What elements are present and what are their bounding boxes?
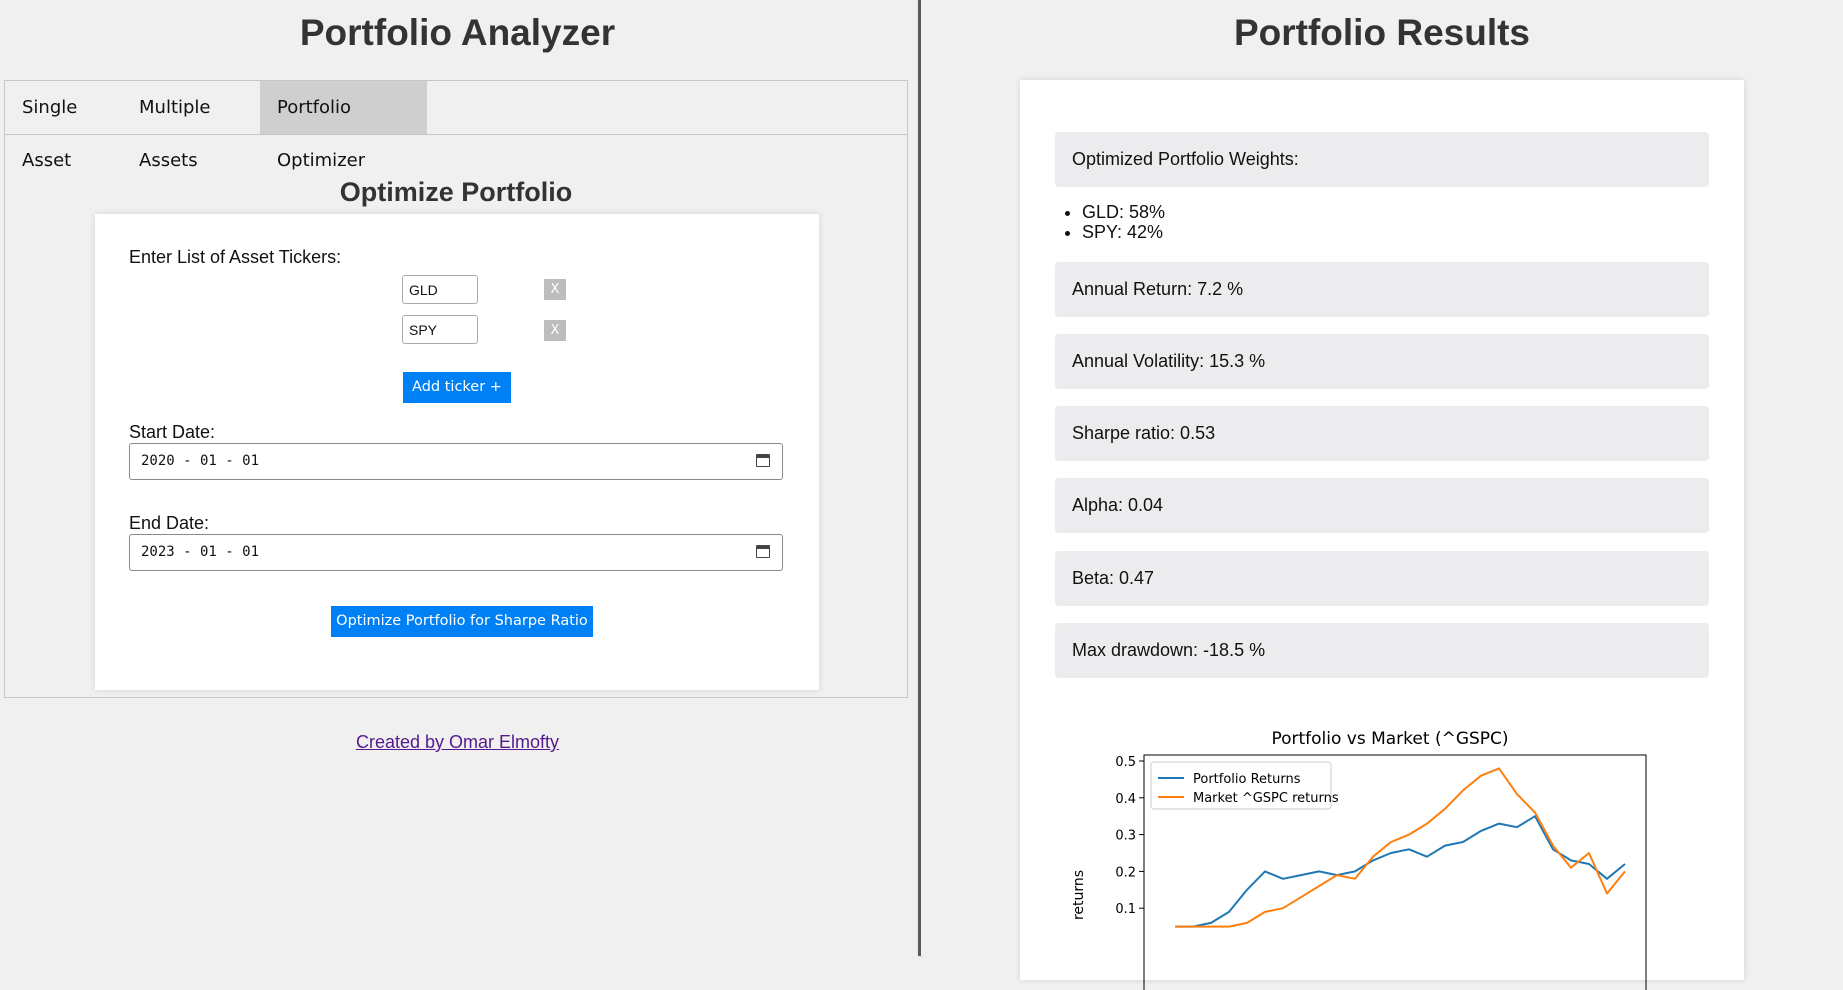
- chart-title: Portfolio vs Market (^GSPC): [1271, 729, 1508, 749]
- ticker-input-1[interactable]: [402, 275, 478, 304]
- legend-label: Portfolio Returns: [1193, 772, 1301, 787]
- weights-title: Optimized Portfolio Weights:: [1055, 132, 1709, 187]
- legend-label: Market ^GSPC returns: [1193, 791, 1339, 806]
- remove-ticker-2-button[interactable]: X: [544, 320, 566, 341]
- y-tick-label: 0.4: [1115, 792, 1136, 807]
- y-tick-label: 0.5: [1115, 755, 1136, 770]
- max-drawdown: Max drawdown: -18.5 %: [1055, 623, 1709, 678]
- section-title: Optimize Portfolio: [339, 177, 573, 207]
- tab-multiple-assets[interactable]: Multiple Assets: [122, 81, 260, 171]
- remove-ticker-1-button[interactable]: X: [544, 279, 566, 300]
- creator-link[interactable]: Created by Omar Elmofty: [0, 732, 915, 753]
- y-tick-label: 0.3: [1115, 829, 1136, 844]
- tab-bar: Single Asset Multiple Assets Portfolio O…: [5, 81, 907, 171]
- end-date-label: End Date:: [129, 513, 210, 533]
- alpha: Alpha: 0.04: [1055, 478, 1709, 533]
- calendar-icon[interactable]: [756, 454, 770, 467]
- results-card: Optimized Portfolio Weights: GLD: 58% SP…: [1020, 80, 1744, 990]
- tab-portfolio-optimizer[interactable]: Portfolio Optimizer: [260, 81, 427, 171]
- series-line-portfolio: [1175, 815, 1626, 928]
- list-item: SPY: 42%: [1082, 222, 1165, 242]
- analyzer-pane: Portfolio Analyzer Single Asset Multiple…: [0, 0, 918, 956]
- start-date-input[interactable]: 2020 - 01 - 01: [129, 443, 783, 480]
- tab-single-asset[interactable]: Single Asset: [5, 81, 122, 171]
- annual-volatility: Annual Volatility: 15.3 %: [1055, 334, 1709, 389]
- returns-chart: Portfolio vs Market (^GSPC) returns 0.1 0…: [1055, 715, 1709, 990]
- results-pane: Portfolio Results Optimized Portfolio We…: [921, 0, 1843, 990]
- tabs-container: Single Asset Multiple Assets Portfolio O…: [4, 80, 908, 698]
- end-date-input[interactable]: 2023 - 01 - 01: [129, 534, 783, 571]
- end-date-value: 2023 - 01 - 01: [141, 544, 260, 560]
- sharpe-ratio: Sharpe ratio: 0.53: [1055, 406, 1709, 461]
- returns-chart-svg: Portfolio vs Market (^GSPC) returns 0.1 0…: [1071, 729, 1647, 990]
- start-date-label: Start Date:: [129, 422, 216, 442]
- chart-ylabel: returns: [1071, 870, 1087, 920]
- optimizer-form: Enter List of Asset Tickers: X X Add tic…: [95, 214, 819, 690]
- add-ticker-button[interactable]: Add ticker +: [403, 372, 511, 403]
- beta: Beta: 0.47: [1055, 551, 1709, 606]
- start-date-value: 2020 - 01 - 01: [141, 453, 260, 469]
- results-title: Portfolio Results: [1233, 12, 1531, 53]
- tickers-label: Enter List of Asset Tickers:: [129, 247, 342, 267]
- weights-list: GLD: 58% SPY: 42%: [1063, 202, 1165, 242]
- annual-return: Annual Return: 7.2 %: [1055, 262, 1709, 317]
- calendar-icon[interactable]: [756, 545, 770, 558]
- optimize-button[interactable]: Optimize Portfolio for Sharpe Ratio: [331, 606, 593, 637]
- ticker-input-2[interactable]: [402, 315, 478, 344]
- app-title: Portfolio Analyzer: [299, 12, 616, 53]
- list-item: GLD: 58%: [1082, 202, 1165, 222]
- y-tick-label: 0.1: [1115, 902, 1136, 917]
- y-tick-label: 0.2: [1115, 865, 1136, 880]
